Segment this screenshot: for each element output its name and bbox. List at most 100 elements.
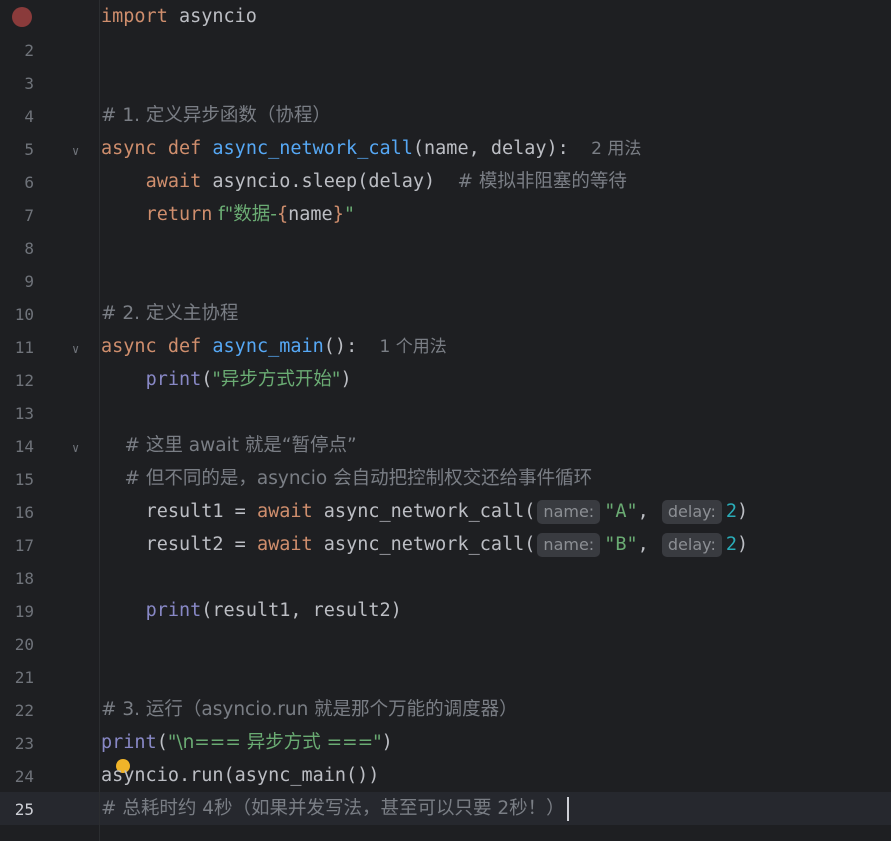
code-text: result1 = — [145, 501, 257, 522]
paren: ) — [736, 534, 749, 555]
string: "A" — [604, 501, 638, 522]
comment: # 3. 运行（asyncio.run 就是那个万能的调度器） — [101, 699, 518, 720]
keyword: def — [156, 336, 213, 357]
code-text: (result1, result2) — [201, 600, 402, 621]
fstring-brace: { — [276, 204, 289, 225]
line-number: 8 — [24, 239, 34, 258]
line-number: 12 — [14, 371, 34, 390]
usage-hint[interactable]: 1 个用法 — [380, 337, 447, 357]
code-text: asyncio — [167, 6, 257, 27]
param-hint-delay: delay: — [661, 500, 722, 524]
code-line[interactable]: # 3. 运行（asyncio.run 就是那个万能的调度器） — [101, 693, 518, 726]
code-line[interactable]: async def async_network_call(name, delay… — [101, 132, 641, 165]
paren: ( — [201, 369, 213, 390]
number: 2 — [725, 501, 737, 522]
line-number: 3 — [24, 74, 34, 93]
code-text: (name, delay): — [412, 138, 569, 159]
code-line[interactable]: print("异步方式开始") — [101, 363, 352, 396]
line-number: 20 — [14, 635, 34, 654]
code-text: async_network_call( — [312, 534, 536, 555]
code-line[interactable]: asyncio.run(async_main()) — [101, 759, 379, 792]
code-line[interactable]: # 1. 定义异步函数（协程） — [101, 99, 331, 132]
paren: ) — [381, 732, 393, 753]
code-line[interactable]: await asyncio.sleep(delay) # 模拟非阻塞的等待 — [101, 165, 627, 198]
line-number: 2 — [24, 41, 34, 60]
code-text: result2 = — [145, 534, 257, 555]
code-text: asyncio.run(async_main()) — [101, 765, 380, 786]
keyword: async — [101, 138, 157, 159]
code-text: (): — [323, 336, 358, 357]
line-number: 24 — [14, 767, 34, 786]
line-number: 22 — [14, 701, 34, 720]
function-name: async_main — [212, 336, 324, 357]
paren: ( — [156, 732, 168, 753]
fstring-brace: } — [332, 204, 344, 225]
text-caret — [566, 797, 569, 821]
string: "\n=== 异步方式 ===" — [167, 732, 382, 753]
string: "B" — [604, 534, 638, 555]
fold-arrow-icon[interactable]: ∨ — [72, 441, 79, 455]
line-number: 5 — [24, 140, 34, 159]
line-number: 10 — [14, 305, 34, 324]
param-hint-delay: delay: — [661, 533, 722, 557]
code-line[interactable]: async def async_main(): 1 个用法 — [101, 330, 447, 363]
code-text: async_network_call( — [312, 501, 536, 522]
gutter-divider — [99, 0, 100, 841]
code-line[interactable]: # 这里 await 就是“暂停点” — [101, 429, 357, 462]
builtin-function: print — [145, 600, 202, 621]
line-number: 18 — [14, 569, 34, 588]
line-number: 23 — [14, 734, 34, 753]
code-line[interactable]: import asyncio — [101, 0, 257, 33]
code-editor[interactable]: 2 3 4 5 6 7 8 9 10 11 12 13 14 15 16 17 … — [0, 0, 891, 841]
code-line[interactable]: return f"数据-{name}" — [101, 198, 355, 231]
line-number: 11 — [14, 338, 34, 357]
code-line[interactable]: # 2. 定义主协程 — [101, 297, 238, 330]
function-name: async_network_call — [212, 138, 413, 159]
line-number: 17 — [14, 536, 34, 555]
line-number: 4 — [24, 107, 34, 126]
line-number: 14 — [14, 437, 34, 456]
code-line[interactable]: print(result1, result2) — [101, 594, 402, 627]
number: 2 — [725, 534, 737, 555]
code-line-current[interactable]: # 总耗时约 4秒（如果并发写法，甚至可以只要 2秒！） — [101, 792, 569, 825]
keyword: import — [101, 6, 168, 27]
paren: ) — [340, 369, 352, 390]
param-hint-name: name: — [537, 500, 601, 524]
keyword: await — [256, 534, 313, 555]
comma: , — [637, 501, 649, 522]
builtin-function: print — [101, 732, 157, 753]
line-number: 6 — [24, 173, 34, 192]
comment: # 但不同的是，asyncio 会自动把控制权交还给事件循环 — [124, 468, 593, 489]
comment: # 这里 await 就是“暂停点” — [124, 435, 357, 456]
code-line[interactable]: # 但不同的是，asyncio 会自动把控制权交还给事件循环 — [101, 462, 593, 495]
keyword: async — [101, 336, 157, 357]
code-line[interactable]: result2 = await async_network_call(name:… — [101, 528, 748, 561]
current-line-number: 25 — [14, 800, 34, 819]
usage-hint[interactable]: 2 用法 — [591, 139, 641, 159]
fold-arrow-icon[interactable]: ∨ — [72, 144, 79, 158]
comment: # 2. 定义主协程 — [101, 303, 239, 324]
line-number: 13 — [14, 404, 34, 423]
line-number: 7 — [24, 206, 34, 225]
fold-arrow-icon[interactable]: ∨ — [72, 342, 79, 356]
code-text: asyncio.sleep(delay) — [201, 171, 458, 192]
comma: , — [637, 534, 649, 555]
string: f"数据- — [212, 204, 277, 225]
breakpoint-icon[interactable] — [12, 7, 32, 27]
comment: # 1. 定义异步函数（协程） — [101, 105, 331, 126]
code-line[interactable]: result1 = await async_network_call(name:… — [101, 495, 748, 528]
line-number: 21 — [14, 668, 34, 687]
line-number: 15 — [14, 470, 34, 489]
param-hint-name: name: — [537, 533, 601, 557]
code-line[interactable]: print("\n=== 异步方式 ===") — [101, 726, 393, 759]
paren: ) — [736, 501, 749, 522]
keyword: await — [256, 501, 313, 522]
